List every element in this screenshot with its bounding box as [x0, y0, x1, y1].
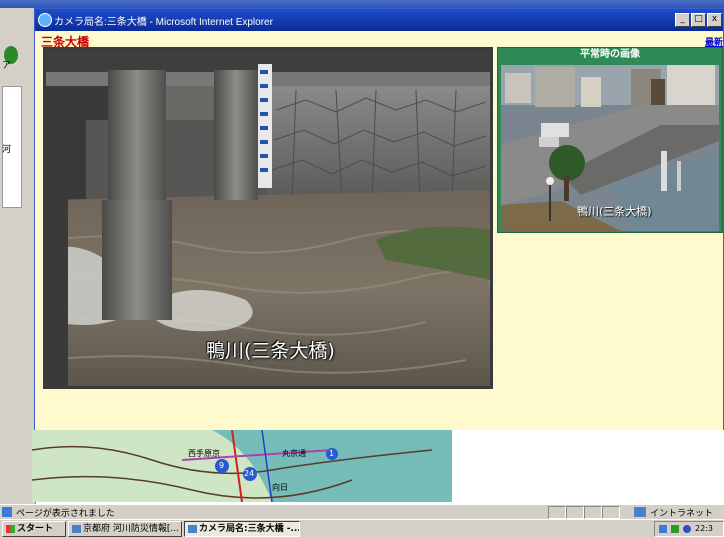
network-icon[interactable]: [659, 525, 667, 533]
page-whitespace: [452, 430, 724, 502]
popup-title: カメラ局名:三条大橋 - Microsoft Internet Explorer: [54, 17, 273, 28]
status-text: ページが表示されました: [16, 509, 115, 519]
status-segment: [548, 506, 566, 519]
ie-icon: [38, 13, 52, 27]
clock: 22:3: [695, 524, 713, 533]
normal-image-header: 平常時の画像: [580, 49, 640, 60]
map-graphic: [32, 430, 452, 502]
live-camera-image: 鴨川(三条大橋): [43, 47, 493, 389]
taskbar-item-river-info[interactable]: 京都府 河川防災情報[...: [68, 521, 182, 537]
river-map[interactable]: 西手原京 丸京通 向日 9 1 24: [32, 430, 452, 502]
route-number: 9: [219, 461, 225, 470]
close-button[interactable]: x: [707, 13, 722, 27]
taskbar-item-camera[interactable]: カメラ局名:三条大橋 -...: [184, 521, 300, 537]
main-camera-caption: 鴨川(三条大橋): [206, 340, 335, 362]
map-label: 丸京通: [282, 449, 306, 458]
windows-logo-icon: [6, 525, 15, 533]
page-icon: [2, 507, 12, 517]
route-number: 24: [244, 469, 255, 478]
status-segment: [584, 506, 602, 519]
volume-icon[interactable]: [671, 525, 679, 533]
normal-image: 鴨川(三条大橋): [501, 65, 719, 231]
system-tray: 22:3: [654, 521, 724, 537]
status-segment: [602, 506, 620, 519]
normal-image-panel: 平常時の画像 鴨川(三条大橋): [497, 47, 723, 233]
map-label: 向日: [272, 483, 288, 492]
map-label: 西手原京: [188, 449, 220, 458]
background-window-titlebar[interactable]: [0, 0, 724, 8]
ie-icon: [72, 525, 81, 533]
route-number: 1: [329, 449, 335, 458]
sidebar-label-river: 河: [2, 145, 12, 155]
start-button[interactable]: スタート: [2, 521, 66, 537]
taskbar: スタート 京都府 河川防災情報[... カメラ局名:三条大橋 -... 22:3: [0, 519, 724, 537]
maximize-button[interactable]: □: [691, 13, 706, 27]
status-bar: ページが表示されました イントラネット: [0, 504, 724, 519]
security-zone: イントラネット: [650, 509, 714, 519]
background-window-left-strip: ア 河: [0, 8, 36, 504]
intranet-zone-icon: [634, 507, 646, 517]
popup-titlebar[interactable]: カメラ局名:三条大橋 - Microsoft Internet Explorer…: [35, 9, 723, 31]
status-segment: [566, 506, 584, 519]
app-tray-icon[interactable]: [683, 525, 691, 533]
minimize-button[interactable]: _: [675, 13, 690, 27]
camera-popup-window: カメラ局名:三条大橋 - Microsoft Internet Explorer…: [34, 8, 724, 438]
normal-image-caption: 鴨川(三条大橋): [577, 205, 652, 218]
sidebar-label-a: ア: [2, 61, 12, 71]
ie-icon: [188, 525, 197, 533]
